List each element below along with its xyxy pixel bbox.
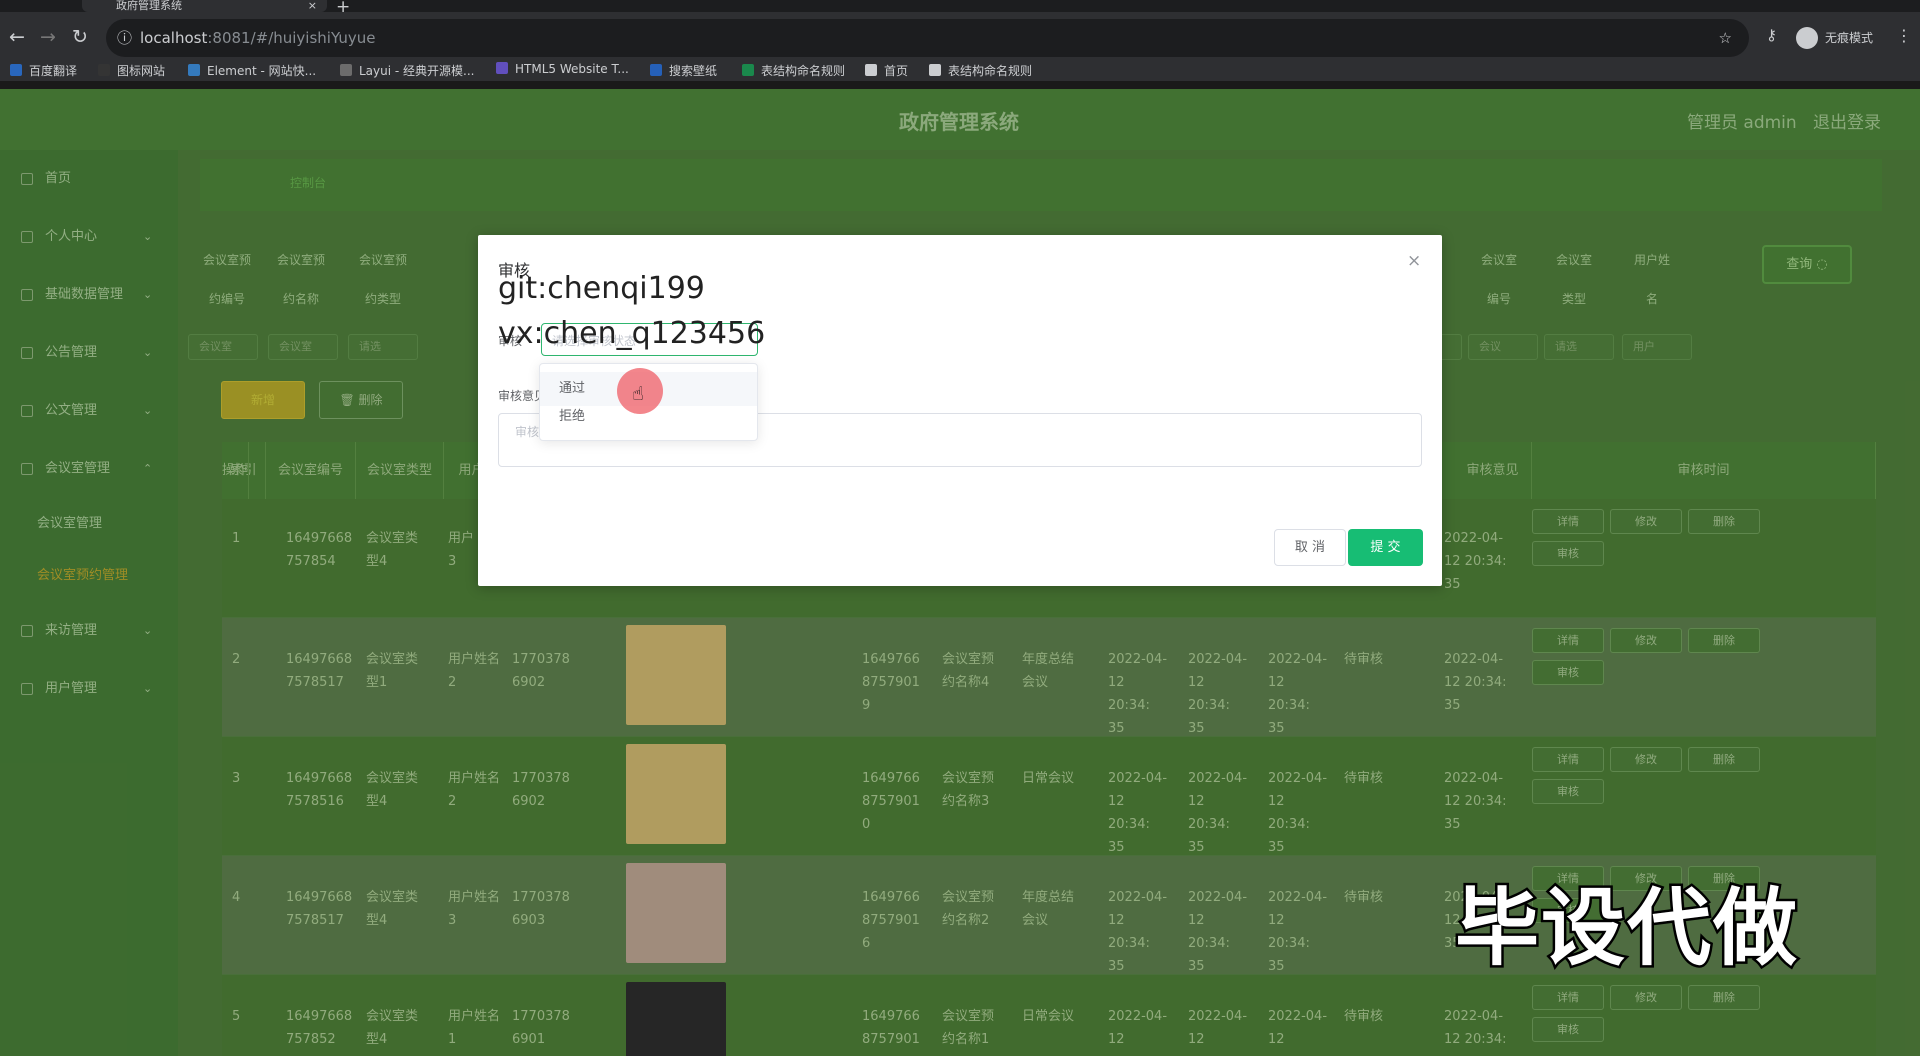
cancel-button[interactable]: 取 消 — [1274, 529, 1346, 566]
submit-button[interactable]: 提 交 — [1348, 529, 1423, 566]
audit-dialog: 审核 × 审核 请选择审核状态 git:chenqi199 vx:chen_q1… — [478, 235, 1442, 586]
pointer-hand-icon: ☝ — [632, 383, 644, 405]
close-icon[interactable]: × — [1407, 251, 1421, 271]
watermark-git: git:chenqi199 — [498, 271, 705, 306]
overlay-caption: 毕设代做 — [1452, 877, 1800, 980]
watermark-vx: vx:chen_q123456 — [498, 316, 766, 351]
